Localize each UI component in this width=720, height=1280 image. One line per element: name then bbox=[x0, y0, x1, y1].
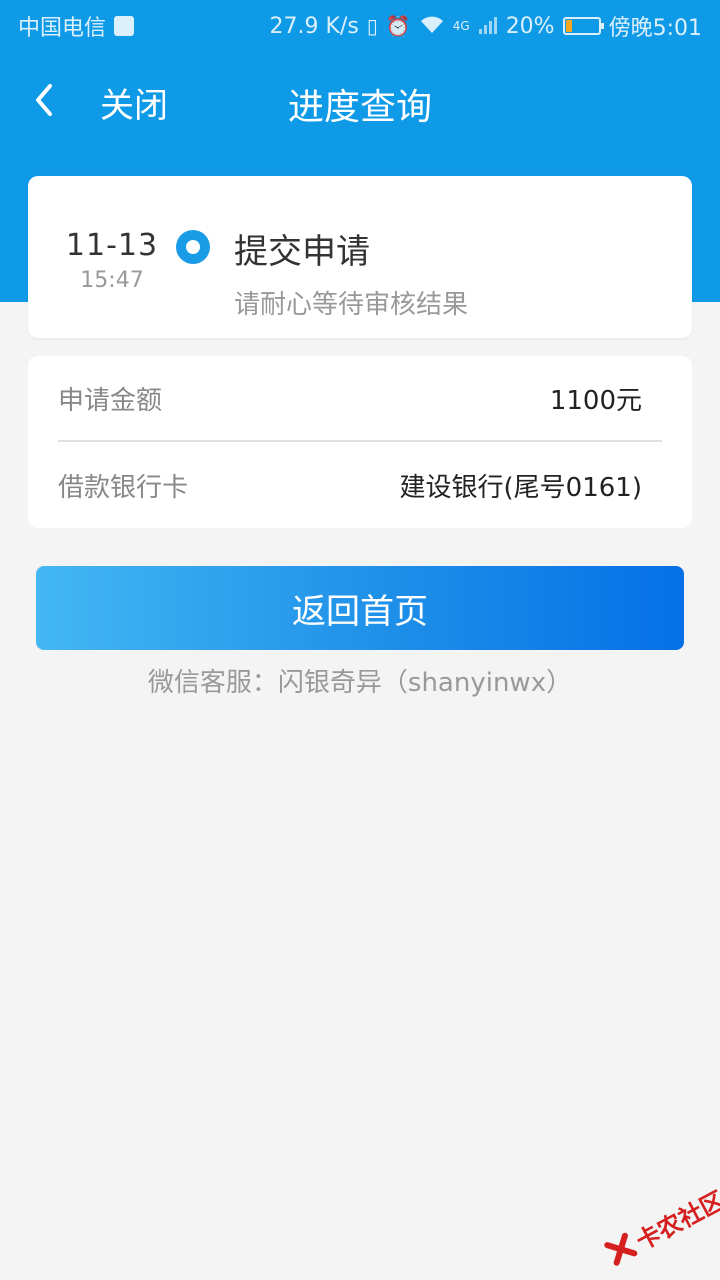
amount-row: 申请金额 1100元 bbox=[58, 356, 662, 442]
alarm-icon: ⏰ bbox=[385, 14, 411, 38]
clock: 傍晚5:01 bbox=[608, 16, 702, 41]
vibrate-icon: ▯ bbox=[366, 14, 378, 38]
page-title: 进度查询 bbox=[287, 87, 432, 128]
customer-service-text: 微信客服：闪银奇异（shanyinwx） bbox=[147, 668, 573, 698]
app-notification-icon bbox=[114, 16, 135, 36]
bank-card-value: 建设银行(尾号0161) bbox=[399, 472, 642, 503]
network-type: 4G bbox=[452, 19, 470, 33]
battery-icon bbox=[562, 17, 604, 35]
progress-step-title: 提交申请 bbox=[234, 232, 370, 272]
progress-card: 11-13 15:47 提交申请 请耐心等待审核结果 bbox=[28, 176, 692, 338]
return-home-button[interactable]: 返回首页 bbox=[36, 566, 684, 650]
nav-bar: 关闭 进度查询 bbox=[0, 52, 720, 148]
amount-value: 1100元 bbox=[549, 385, 642, 416]
amount-label: 申请金额 bbox=[58, 385, 163, 416]
bank-card-row: 借款银行卡 建设银行(尾号0161) bbox=[58, 442, 662, 528]
status-bar: 中国电信 27.9 K/s ▯ ⏰ 4G 20% 傍晚5:01 bbox=[0, 0, 720, 52]
wifi-icon bbox=[419, 15, 445, 38]
progress-dot-icon bbox=[176, 230, 210, 264]
progress-date: 11-13 bbox=[65, 228, 159, 263]
application-info-card: 申请金额 1100元 借款银行卡 建设银行(尾号0161) bbox=[28, 356, 692, 528]
carrier-label: 中国电信 bbox=[18, 16, 107, 41]
watermark-text: 卡农社区 bbox=[631, 1185, 720, 1256]
bank-card-label: 借款银行卡 bbox=[58, 472, 189, 503]
signal-icon bbox=[478, 15, 498, 38]
watermark: 卡农社区 bbox=[594, 1178, 720, 1280]
network-speed: 27.9 K/s bbox=[269, 13, 359, 39]
progress-step-description: 请耐心等待审核结果 bbox=[234, 290, 469, 320]
battery-percent: 20% bbox=[505, 13, 555, 39]
progress-time: 15:47 bbox=[80, 268, 144, 293]
